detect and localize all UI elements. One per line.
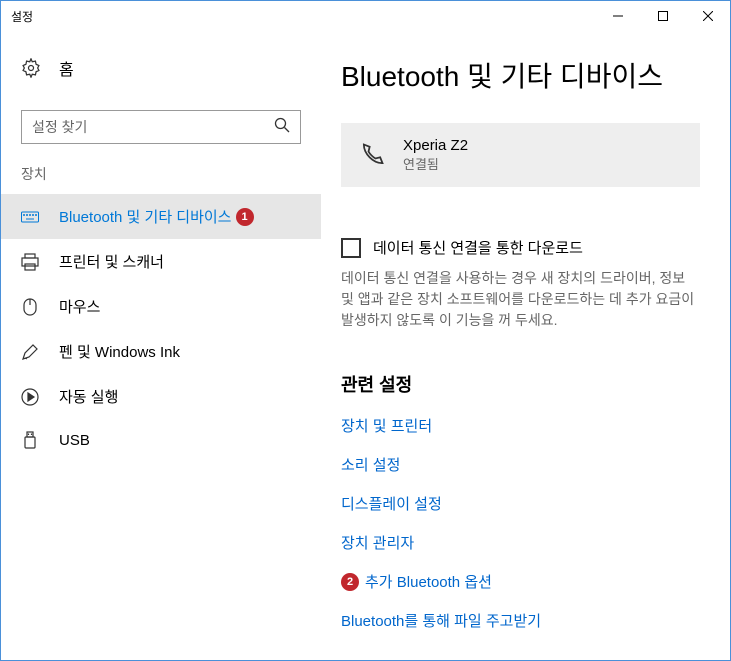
search-input[interactable]: 설정 찾기 [21, 110, 301, 144]
autoplay-icon [21, 388, 39, 406]
sidebar-item-label: 자동 실행 [59, 386, 118, 407]
pen-icon [21, 343, 39, 361]
link-more-bluetooth-options[interactable]: 추가 Bluetooth 옵션 [365, 571, 492, 592]
search-icon [274, 117, 290, 138]
device-status: 연결됨 [403, 154, 468, 173]
sidebar-item-label: 펜 및 Windows Ink [59, 341, 180, 362]
home-label: 홈 [59, 56, 74, 80]
metered-download-checkbox[interactable]: 데이터 통신 연결을 통한 다운로드 [341, 237, 700, 258]
link-bluetooth-file-transfer[interactable]: Bluetooth를 통해 파일 주고받기 [341, 610, 700, 631]
mouse-icon [21, 298, 39, 316]
sidebar-item-label: Bluetooth 및 기타 디바이스 [59, 206, 232, 227]
sidebar-section-label: 장치 [1, 164, 321, 184]
sidebar: 홈 설정 찾기 장치 Bluetooth 및 기타 디바이스 1 [1, 31, 321, 660]
printer-icon [21, 253, 39, 271]
search-placeholder: 설정 찾기 [32, 117, 87, 137]
sidebar-item-printers[interactable]: 프린터 및 스캐너 [1, 239, 321, 284]
related-settings-heading: 관련 설정 [341, 371, 700, 397]
checkbox-icon [341, 238, 361, 258]
annotation-badge-1: 1 [236, 208, 254, 226]
phone-icon [357, 140, 387, 170]
checkbox-label: 데이터 통신 연결을 통한 다운로드 [373, 237, 583, 258]
page-title: Bluetooth 및 기타 디바이스 [341, 55, 700, 95]
link-display-settings[interactable]: 디스플레이 설정 [341, 493, 700, 514]
keyboard-icon [21, 208, 39, 226]
minimize-button[interactable] [595, 1, 640, 31]
sidebar-item-label: USB [59, 432, 90, 449]
annotation-badge-2: 2 [341, 573, 359, 591]
link-sound-settings[interactable]: 소리 설정 [341, 454, 700, 475]
sidebar-item-bluetooth[interactable]: Bluetooth 및 기타 디바이스 1 [1, 194, 321, 239]
gear-icon [21, 58, 41, 78]
close-button[interactable] [685, 1, 730, 31]
sidebar-item-autoplay[interactable]: 자동 실행 [1, 374, 321, 419]
maximize-button[interactable] [640, 1, 685, 31]
sidebar-item-label: 마우스 [59, 296, 100, 317]
home-button[interactable]: 홈 [1, 56, 321, 80]
device-name: Xperia Z2 [403, 137, 468, 154]
usb-icon [21, 431, 39, 449]
link-device-manager[interactable]: 장치 관리자 [341, 532, 700, 553]
sidebar-item-pen[interactable]: 펜 및 Windows Ink [1, 329, 321, 374]
sidebar-item-mouse[interactable]: 마우스 [1, 284, 321, 329]
link-devices-printers[interactable]: 장치 및 프린터 [341, 415, 700, 436]
sidebar-item-usb[interactable]: USB [1, 419, 321, 461]
window-controls [595, 1, 730, 31]
checkbox-description: 데이터 통신 연결을 사용하는 경우 새 장치의 드라이버, 정보 및 앱과 같… [341, 268, 700, 331]
sidebar-item-label: 프린터 및 스캐너 [59, 251, 164, 272]
window-title: 설정 [11, 8, 33, 25]
device-card[interactable]: Xperia Z2 연결됨 [341, 123, 700, 187]
main-content: Bluetooth 및 기타 디바이스 Xperia Z2 연결됨 데이터 통신… [321, 31, 730, 660]
